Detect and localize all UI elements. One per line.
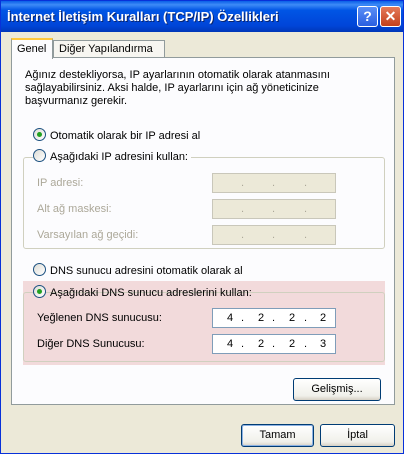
preferred-dns-octet-1: 4 bbox=[227, 312, 234, 324]
preferred-dns-octet-4: 2 bbox=[320, 312, 327, 324]
radio-manual-ip[interactable]: Aşağıdaki IP adresini kullan: bbox=[33, 149, 191, 165]
alternate-dns-label: Diğer DNS Sunucusu: bbox=[37, 338, 145, 350]
help-button[interactable]: ? bbox=[357, 6, 378, 27]
tab-alternate-configuration[interactable]: Diğer Yapılandırma bbox=[53, 40, 165, 57]
alternate-dns-input[interactable]: 4 . 2 . 2 . 3 bbox=[212, 334, 336, 354]
radio-manual-dns[interactable]: Aşağıdaki DNS sunucu adreslerini kullan: bbox=[33, 285, 252, 301]
ok-button[interactable]: Tamam bbox=[241, 424, 314, 447]
preferred-dns-octet-3: 2 bbox=[289, 312, 296, 324]
preferred-dns-label: Yeğlenen DNS sunucusu: bbox=[37, 312, 162, 324]
close-icon: ✕ bbox=[384, 8, 397, 24]
advanced-button[interactable]: Gelişmiş... bbox=[293, 378, 381, 401]
title-bar[interactable]: İnternet İletişim Kuralları (TCP/IP) Öze… bbox=[1, 1, 403, 32]
alternate-dns-octet-2: 2 bbox=[258, 338, 265, 350]
alternate-dns-octet-1: 4 bbox=[227, 338, 234, 350]
window-title: İnternet İletişim Kuralları (TCP/IP) Öze… bbox=[7, 9, 279, 24]
ip-address-input[interactable]: ... bbox=[212, 173, 336, 193]
radio-selected-icon bbox=[33, 285, 46, 298]
subnet-mask-input[interactable]: ... bbox=[212, 199, 336, 219]
radio-auto-dns-label: DNS sunucu adresini otomatik olarak al bbox=[50, 265, 243, 277]
radio-unselected-icon bbox=[33, 263, 46, 276]
radio-manual-dns-label: Aşağıdaki DNS sunucu adreslerini kullan: bbox=[50, 287, 252, 299]
tab-general[interactable]: Genel bbox=[11, 38, 53, 59]
cancel-button[interactable]: İptal bbox=[320, 424, 395, 447]
description-text: Ağınız destekliyorsa, IP ayarlarının oto… bbox=[25, 69, 330, 107]
preferred-dns-octet-2: 2 bbox=[258, 312, 265, 324]
radio-selected-icon bbox=[33, 128, 46, 141]
subnet-mask-label: Alt ağ maskesi: bbox=[37, 203, 112, 215]
default-gateway-input[interactable]: ... bbox=[212, 225, 336, 245]
close-button[interactable]: ✕ bbox=[380, 6, 401, 27]
radio-unselected-icon bbox=[33, 149, 46, 162]
default-gateway-label: Varsayılan ağ geçidi: bbox=[37, 229, 139, 241]
radio-manual-ip-label: Aşağıdaki IP adresini kullan: bbox=[50, 151, 188, 163]
preferred-dns-input[interactable]: 4 . 2 . 2 . 2 bbox=[212, 308, 336, 328]
tcpip-properties-dialog: İnternet İletişim Kuralları (TCP/IP) Öze… bbox=[0, 0, 404, 454]
radio-auto-dns[interactable]: DNS sunucu adresini otomatik olarak al bbox=[33, 263, 243, 279]
alternate-dns-octet-4: 3 bbox=[320, 338, 327, 350]
radio-auto-ip-label: Otomatik olarak bir IP adresi al bbox=[50, 130, 201, 142]
alternate-dns-octet-3: 2 bbox=[289, 338, 296, 350]
radio-auto-ip[interactable]: Otomatik olarak bir IP adresi al bbox=[33, 128, 200, 144]
ip-address-label: IP adresi: bbox=[37, 177, 84, 189]
